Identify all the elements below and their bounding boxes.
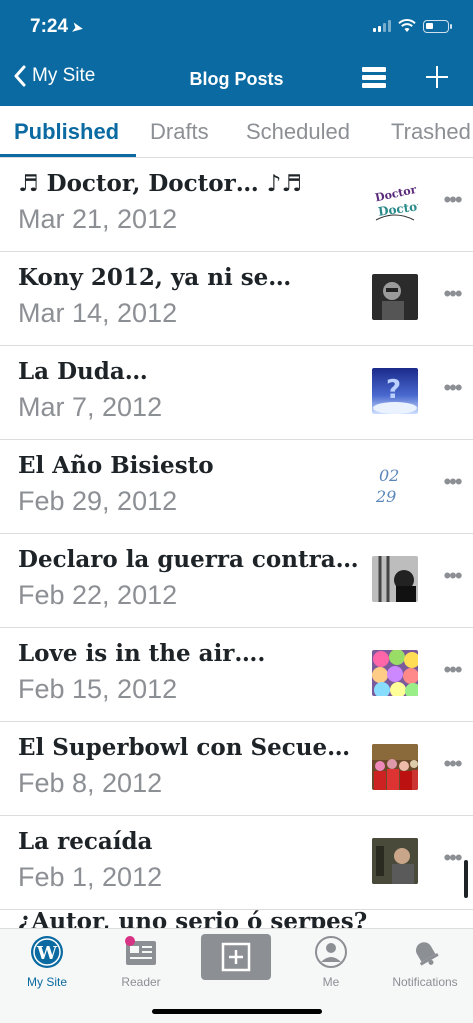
tab-label: My Site bbox=[26, 975, 67, 989]
post-title: La Duda… bbox=[18, 358, 148, 385]
svg-text:?: ? bbox=[386, 375, 401, 405]
post-date: Feb 15, 2012 bbox=[18, 674, 178, 704]
new-post-button[interactable] bbox=[201, 934, 271, 980]
tab-label: Notifications bbox=[392, 975, 458, 989]
status-time: 7:24 ➤ bbox=[30, 16, 85, 38]
more-options-icon[interactable]: ••• bbox=[440, 470, 464, 494]
more-options-icon[interactable]: ••• bbox=[440, 282, 464, 306]
more-options-icon[interactable]: ••• bbox=[440, 752, 464, 776]
tab-label: Me bbox=[322, 975, 340, 989]
post-date: Mar 7, 2012 bbox=[18, 392, 163, 422]
bell-icon bbox=[408, 935, 442, 969]
post-title: Love is in the air…. bbox=[18, 640, 266, 667]
post-date: Feb 29, 2012 bbox=[18, 486, 178, 516]
tab-reader[interactable]: Reader bbox=[94, 935, 188, 989]
post-thumbnail bbox=[372, 556, 418, 602]
post-thumbnail: ? bbox=[372, 368, 418, 414]
post-title: Kony 2012, ya ni se… bbox=[18, 264, 292, 291]
post-date: Feb 8, 2012 bbox=[18, 768, 163, 798]
post-thumbnail bbox=[372, 744, 418, 790]
tab-drafts[interactable]: Drafts bbox=[150, 119, 209, 145]
post-thumbnail bbox=[372, 650, 418, 696]
post-row[interactable]: La recaída Feb 1, 2012 ••• bbox=[0, 816, 473, 910]
post-title: Declaro la guerra contra… bbox=[18, 546, 359, 573]
post-date: Mar 14, 2012 bbox=[18, 298, 178, 328]
tab-trashed[interactable]: Trashed bbox=[391, 119, 471, 145]
post-thumbnail bbox=[372, 838, 418, 884]
wifi-icon bbox=[398, 19, 416, 32]
add-post-button[interactable] bbox=[424, 64, 450, 90]
more-options-icon[interactable]: ••• bbox=[440, 846, 464, 870]
cellular-signal-icon bbox=[373, 20, 391, 32]
active-tab-indicator bbox=[0, 154, 136, 157]
tab-me[interactable]: Me bbox=[284, 935, 378, 989]
post-thumbnail bbox=[372, 274, 418, 320]
svg-text:02: 02 bbox=[379, 466, 399, 485]
post-date: Feb 1, 2012 bbox=[18, 862, 163, 892]
post-thumbnail: Doctor Doctor bbox=[372, 180, 418, 226]
bottom-tab-bar: W My Site Reader Me Notifications bbox=[0, 928, 473, 1023]
post-row[interactable]: El Año Bisiesto Feb 29, 2012 02 29 ••• bbox=[0, 440, 473, 534]
status-bar: 7:24 ➤ bbox=[0, 0, 473, 52]
location-arrow-icon: ➤ bbox=[70, 19, 85, 36]
new-post-icon bbox=[221, 942, 251, 972]
home-indicator bbox=[152, 1009, 322, 1014]
tab-notifications[interactable]: Notifications bbox=[378, 935, 472, 989]
post-title: El Año Bisiesto bbox=[18, 452, 214, 479]
reader-icon bbox=[124, 935, 158, 969]
post-status-tabs: Published Drafts Scheduled Trashed bbox=[0, 106, 473, 158]
more-options-icon[interactable]: ••• bbox=[440, 376, 464, 400]
post-row[interactable]: La Duda… Mar 7, 2012 ? ••• bbox=[0, 346, 473, 440]
status-icons bbox=[373, 18, 452, 34]
post-title-partial[interactable]: ¿Autor, uno serio ó serpes? bbox=[18, 908, 367, 928]
post-row[interactable]: Kony 2012, ya ni se… Mar 14, 2012 ••• bbox=[0, 252, 473, 346]
post-title: ♬ Doctor, Doctor… ♪♬ bbox=[18, 170, 303, 197]
post-row[interactable]: ♬ Doctor, Doctor… ♪♬ Mar 21, 2012 Doctor… bbox=[0, 158, 473, 252]
status-time-text: 7:24 bbox=[30, 16, 69, 37]
top-bar: 7:24 ➤ My Site Blog Posts bbox=[0, 0, 473, 106]
post-thumbnail: 02 29 bbox=[372, 462, 418, 508]
wordpress-icon: W bbox=[30, 935, 64, 969]
post-title: La recaída bbox=[18, 828, 153, 855]
navigation-bar: My Site Blog Posts bbox=[0, 55, 473, 105]
tab-label: Reader bbox=[121, 975, 161, 989]
me-icon bbox=[314, 935, 348, 969]
more-options-icon[interactable]: ••• bbox=[440, 564, 464, 588]
post-row[interactable]: Love is in the air…. Feb 15, 2012 ••• bbox=[0, 628, 473, 722]
tab-published[interactable]: Published bbox=[14, 119, 119, 145]
post-title: El Superbowl con Secue… bbox=[18, 734, 351, 761]
svg-text:29: 29 bbox=[375, 487, 396, 506]
more-options-icon[interactable]: ••• bbox=[440, 188, 464, 212]
post-row[interactable]: Declaro la guerra contra… Feb 22, 2012 •… bbox=[0, 534, 473, 628]
page-title: Blog Posts bbox=[189, 69, 284, 89]
post-date: Feb 22, 2012 bbox=[18, 580, 178, 610]
tab-scheduled[interactable]: Scheduled bbox=[246, 119, 350, 145]
list-view-icon[interactable] bbox=[362, 67, 386, 89]
tab-my-site[interactable]: W My Site bbox=[0, 935, 94, 989]
posts-list: ♬ Doctor, Doctor… ♪♬ Mar 21, 2012 Doctor… bbox=[0, 158, 473, 928]
battery-icon bbox=[423, 19, 452, 33]
more-options-icon[interactable]: ••• bbox=[440, 658, 464, 682]
post-date: Mar 21, 2012 bbox=[18, 204, 178, 234]
svg-text:W: W bbox=[36, 943, 58, 964]
post-row[interactable]: El Superbowl con Secue… Feb 8, 2012 ••• bbox=[0, 722, 473, 816]
scrollbar[interactable] bbox=[464, 860, 468, 898]
